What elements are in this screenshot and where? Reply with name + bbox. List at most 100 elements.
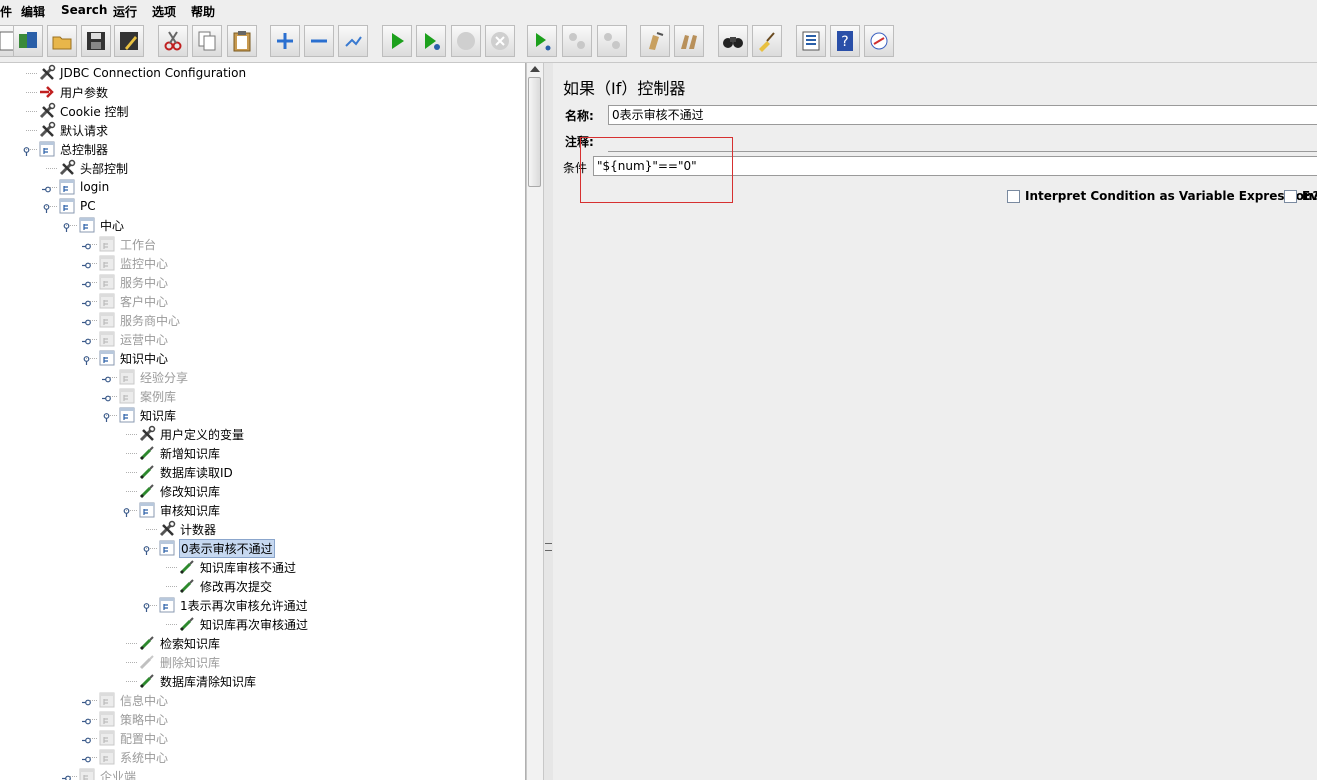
toggle-button[interactable] [338,25,368,57]
clear-all-button[interactable] [674,25,704,57]
tree-node[interactable]: 修改再次提交 [178,577,273,595]
save-as-button[interactable] [114,25,144,57]
tree-collapsed-toggle-icon[interactable] [82,753,91,763]
tree-node[interactable]: 配置中心 [98,729,169,747]
remote-shutdown-button[interactable] [597,25,627,57]
menu-options[interactable]: 选项 [152,3,176,20]
tree-collapsed-toggle-icon[interactable] [82,335,91,345]
tree-node[interactable]: 总控制器 [38,140,109,158]
tree-node[interactable]: 修改知识库 [138,482,221,500]
tree-node[interactable]: 知识库审核不通过 [178,558,297,576]
tree-collapsed-toggle-icon[interactable] [102,392,111,402]
menu-file[interactable]: 件 [0,3,12,20]
tree-node[interactable]: 信息中心 [98,691,169,709]
tree-expanded-toggle-icon[interactable] [102,411,111,422]
tree-collapsed-toggle-icon[interactable] [82,240,91,250]
function-helper-button[interactable] [796,25,826,57]
tree-node[interactable]: 数据库读取ID [138,463,234,481]
expand-button[interactable] [270,25,300,57]
menu-search[interactable]: Search [61,3,107,17]
tree-node[interactable]: 经验分享 [118,368,189,386]
tree-node[interactable]: 新增知识库 [138,444,221,462]
reset-search-button[interactable] [752,25,782,57]
remote-stop-button[interactable] [562,25,592,57]
tree-node[interactable]: PC [58,197,97,215]
tree-collapsed-toggle-icon[interactable] [62,772,71,780]
tree-node[interactable]: 企业端 [78,767,137,780]
tree-expanded-toggle-icon[interactable] [122,506,131,517]
tree-expanded-toggle-icon[interactable] [142,544,151,555]
evaluate-checkbox-label: Eva [1302,189,1317,203]
tree-collapsed-toggle-icon[interactable] [82,734,91,744]
tree-node[interactable]: 知识库再次审核通过 [178,615,309,633]
menu-help[interactable]: 帮助 [191,3,215,20]
tree-node[interactable]: 服务中心 [98,273,169,291]
tree-node[interactable]: 知识库 [118,406,177,424]
tree-expanded-toggle-icon[interactable] [82,354,91,365]
scrollbar-thumb[interactable] [528,77,541,187]
copy-button[interactable] [192,25,222,57]
tree-node[interactable]: 1表示再次审核允许通过 [158,596,309,614]
tree-collapsed-toggle-icon[interactable] [42,183,51,193]
remote-start-button[interactable] [527,25,557,57]
start-no-pauses-button[interactable] [416,25,446,57]
tree-node[interactable]: 服务商中心 [98,311,181,329]
interpret-condition-checkbox[interactable]: Interpret Condition as Variable Expressi… [1007,189,1317,203]
collapse-button[interactable] [304,25,334,57]
cut-button[interactable] [158,25,188,57]
tree-node[interactable]: 数据库清除知识库 [138,672,257,690]
tree-collapsed-toggle-icon[interactable] [102,373,111,383]
tree-node[interactable]: 监控中心 [98,254,169,272]
evaluate-checkbox-box[interactable] [1284,189,1297,203]
paste-button[interactable] [227,25,257,57]
tree-vertical-scrollbar[interactable] [526,63,543,780]
help-button[interactable]: ? [830,25,860,57]
clear-button[interactable] [640,25,670,57]
tree-expanded-toggle-icon[interactable] [42,202,51,213]
tree-node[interactable]: 案例库 [118,387,177,405]
tree-node[interactable]: 默认请求 [38,121,109,139]
tree-collapsed-toggle-icon[interactable] [82,715,91,725]
tree-node[interactable]: 中心 [78,216,125,234]
tree-node[interactable]: 删除知识库 [138,653,221,671]
tree-node[interactable]: 计数器 [158,520,217,538]
tree-node[interactable]: 知识中心 [98,349,169,367]
tree-expanded-toggle-icon[interactable] [62,221,71,232]
tree-collapsed-toggle-icon[interactable] [82,696,91,706]
tree-node[interactable]: 策略中心 [98,710,169,728]
tree-expanded-toggle-icon[interactable] [142,601,151,612]
tree-node[interactable]: 用户参数 [38,83,109,101]
tree-node[interactable]: 检索知识库 [138,634,221,652]
interpret-checkbox-box[interactable] [1007,189,1020,203]
evaluate-checkbox[interactable]: Eva [1284,189,1317,203]
tree-expanded-toggle-icon[interactable] [22,145,31,156]
stop-button[interactable] [451,25,481,57]
tree-node[interactable]: login [58,178,110,196]
tree-collapsed-toggle-icon[interactable] [82,297,91,307]
tree-collapsed-toggle-icon[interactable] [82,278,91,288]
templates-button[interactable] [13,25,43,57]
tree-node[interactable]: 用户定义的变量 [138,425,245,443]
open-button[interactable] [47,25,77,57]
tree-collapsed-toggle-icon[interactable] [82,316,91,326]
tree-collapsed-toggle-icon[interactable] [82,259,91,269]
scroll-up-arrow-icon[interactable] [530,66,540,72]
log-viewer-button[interactable] [864,25,894,57]
tree-node[interactable]: 0表示审核不通过 [158,538,275,558]
tree-node[interactable]: 工作台 [98,235,157,253]
tree-node[interactable]: 头部控制 [58,159,129,177]
name-field[interactable]: 0表示审核不通过 [608,105,1317,125]
tree-node[interactable]: 系统中心 [98,748,169,766]
tree-node[interactable]: Cookie 控制 [38,102,130,120]
search-button[interactable] [718,25,748,57]
save-button[interactable] [81,25,111,57]
test-plan-tree[interactable]: JDBC Connection Configuration 用户参数 Cookie … [0,63,526,780]
tree-node[interactable]: 运营中心 [98,330,169,348]
tree-node[interactable]: 审核知识库 [138,501,221,519]
shutdown-button[interactable] [485,25,515,57]
menu-run[interactable]: 运行 [113,3,137,20]
tree-node[interactable]: 客户中心 [98,292,169,310]
menu-edit[interactable]: 编辑 [21,3,45,20]
start-button[interactable] [382,25,412,57]
tree-node[interactable]: JDBC Connection Configuration [38,64,247,82]
